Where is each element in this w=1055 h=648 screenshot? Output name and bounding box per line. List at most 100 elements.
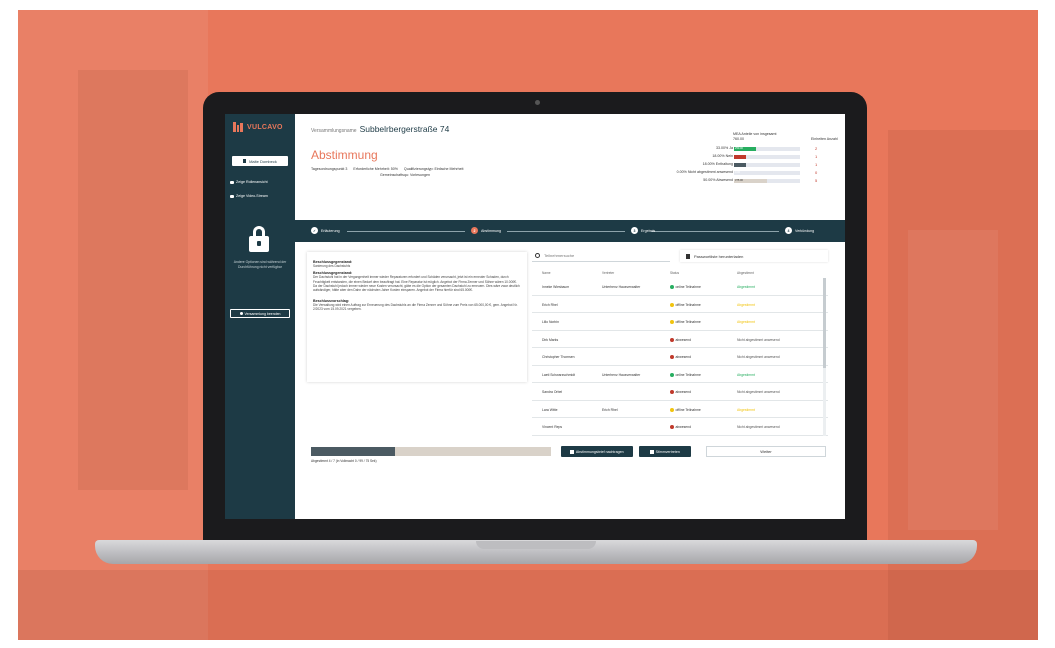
participant-name: Inneke Wiesbaum — [542, 285, 570, 289]
step-result[interactable]: 3 Ergebnis — [631, 227, 655, 234]
add-ballot-button[interactable]: Abstimmungsbrief nachtragen — [561, 446, 633, 457]
participant-status: offline Teilnahme — [670, 408, 701, 412]
stat-bar — [734, 155, 800, 159]
participant-status: online Teilnahme — [670, 373, 701, 377]
stat-bar-value: 375.00 — [735, 178, 743, 182]
participant-status: abwesend — [670, 390, 691, 395]
column-status[interactable]: Status — [670, 271, 679, 275]
stat-bar: 0.00 — [734, 171, 800, 175]
participant-vote: Nicht abgestimmt anwesend — [737, 355, 780, 359]
mea-header: MEA Anteile von insgesamt 760.00 — [733, 132, 793, 141]
search-icon — [535, 253, 540, 258]
step-explanation[interactable]: ✓ Erläuterung — [311, 227, 340, 234]
proxy-vote-button[interactable]: Stimmvertreten — [639, 446, 691, 457]
stat-label: 18.00% Enthaltung — [702, 162, 733, 166]
column-representative[interactable]: Vertreter — [602, 271, 614, 275]
ground-area — [18, 570, 1038, 640]
status-dot-icon — [670, 390, 674, 395]
status-dot-icon — [670, 407, 674, 412]
lock-icon — [247, 226, 273, 254]
status-dot-icon — [670, 320, 674, 325]
assembly-header: Versammlungsname Subbelrbergerstraße 74 — [311, 124, 449, 134]
stat-row: 0.00% Nicht abgestimmt anwesend 0.00 0 — [635, 170, 845, 177]
table-row[interactable]: Christopher Thomsen abwesend Nicht abgesti… — [532, 348, 828, 366]
participant-status: offline Teilnahme — [670, 320, 701, 325]
progress-stepper: ✓ Erläuterung 2 Abstimmung 3 Ergebnis 4 … — [295, 220, 845, 242]
table-row[interactable]: Lillo Norbin offline Teilnahme Abgestimmt — [532, 313, 828, 331]
status-dot-icon — [670, 285, 674, 290]
participant-vote: Nicht abgestimmt anwesend — [737, 390, 780, 394]
participant-vote: Nicht abgestimmt anwesend — [737, 425, 780, 429]
qualification-type: Qualifizierungstyp: Einfache Mehrheit — [403, 167, 464, 171]
user-icon — [243, 159, 247, 163]
sidebar-link-label: Zeige Video-Stream — [236, 194, 268, 198]
participant-representative: Unterhenz Hausverwalter — [602, 372, 641, 377]
subject-text: Sanierung des Dachstuhls — [313, 264, 351, 268]
status-text: online Teilnahme — [675, 372, 701, 377]
required-majority: Erforderliche Mehrheit: 50% — [353, 167, 398, 171]
participant-status: online Teilnahme — [670, 285, 701, 290]
status-text: abwesend — [675, 355, 691, 359]
table-row[interactable]: Inneke Wiesbaum Unterhenz Hausverwalter on… — [532, 278, 828, 296]
main-content: Versammlungsname Subbelrbergerstraße 74 … — [295, 114, 845, 519]
app-screen: VULCAVO Malte Dombeck Zeige Rollenansich… — [225, 114, 845, 519]
assembly-label: Versammlungsname — [311, 128, 357, 134]
table-row[interactable]: Lara Witte Erich Rhel offline Teilnahme Abg… — [532, 401, 828, 418]
progress-text: Abgestimmt 4 / 7 (in Vollmacht 0 / 99 / … — [311, 459, 377, 463]
user-button[interactable]: Malte Dombeck — [232, 156, 288, 166]
status-dot-icon — [670, 302, 674, 307]
step-announcement[interactable]: 4 Verkündung — [785, 227, 814, 234]
laptop-notch — [476, 541, 596, 549]
end-assembly-button[interactable]: Versammlung beenden — [230, 309, 290, 318]
status-text: abwesend — [675, 390, 691, 394]
stat-bar-value: 0.00 — [735, 170, 741, 174]
table-row[interactable]: Laeti Schwarzschmidt Unterhenz Hausverwal… — [532, 366, 828, 383]
building-left-facade — [78, 70, 188, 490]
stat-count: 5 — [815, 178, 818, 183]
download-passwords-button[interactable]: Passwortliste herunterladen — [680, 250, 828, 262]
stat-label: 50.00% Abwesend — [703, 178, 733, 182]
stat-bar-value: 250.00 — [735, 146, 743, 150]
stat-bar — [734, 163, 800, 167]
participant-name: Lara Witte — [542, 407, 558, 412]
column-voted[interactable]: Abgestimmt — [737, 271, 754, 275]
participant-vote: Abgestimmt — [737, 302, 755, 307]
table-row[interactable]: Vincent Reps abwesend Nicht abgestimmt anw… — [532, 418, 828, 436]
sidebar-link-roles[interactable]: Zeige Rollenansicht — [230, 180, 268, 184]
status-text: offline Teilnahme — [675, 407, 701, 412]
stat-count: 0 — [815, 170, 818, 175]
vote-meta: Tagesordnungspunkt 3 Erforderliche Mehrh… — [311, 167, 463, 171]
status-dot-icon — [670, 355, 674, 360]
participant-status: abwesend — [670, 355, 691, 360]
status-text: abwesend — [675, 425, 691, 429]
participant-status: abwesend — [670, 338, 691, 342]
logo: VULCAVO — [233, 122, 283, 132]
add-ballot-label: Abstimmungsbrief nachtragen — [575, 449, 624, 454]
proxy-vote-label: Stimmvertreten — [655, 449, 680, 454]
users-icon — [650, 449, 654, 454]
status-text: abwesend — [675, 337, 691, 342]
participant-search-input[interactable]: Teilnehmersuche — [532, 250, 670, 262]
table-row[interactable]: Dirk Marks abwesend Nicht abgestimmt anwes… — [532, 331, 828, 348]
sidebar-link-video[interactable]: Zeige Video-Stream — [230, 194, 268, 198]
stat-bar-fill: 375.00 — [734, 179, 767, 183]
units-header: Einheiten Anzahl — [811, 137, 838, 141]
next-button[interactable]: Weiter — [706, 446, 826, 457]
table-row[interactable]: Sandra Orbel abwesend Nicht abgestimmt anw… — [532, 383, 828, 401]
column-name[interactable]: Name — [542, 271, 551, 275]
stat-bar-fill — [734, 163, 746, 167]
step-label: Abstimmung — [481, 228, 501, 233]
stat-row: 18.00% Nein 1 — [635, 154, 845, 161]
table-row[interactable]: Erich Rhel offline Teilnahme Abgestimmt — [532, 296, 828, 313]
stat-bar-fill: 250.00 — [734, 147, 756, 151]
table-scrollbar[interactable] — [823, 278, 826, 436]
participant-name: Vincent Reps — [542, 425, 563, 429]
step-voting[interactable]: 2 Abstimmung — [471, 227, 501, 234]
table-header: Name Vertreter Status Abgestimmt — [532, 268, 828, 278]
mea-total: 760.00 — [733, 136, 744, 141]
step-label: Ergebnis — [641, 228, 656, 233]
logo-icon — [233, 122, 243, 132]
status-dot-icon — [670, 425, 674, 430]
participant-name: Sandra Orbel — [542, 390, 563, 394]
participant-name: Laeti Schwarzschmidt — [542, 372, 575, 377]
